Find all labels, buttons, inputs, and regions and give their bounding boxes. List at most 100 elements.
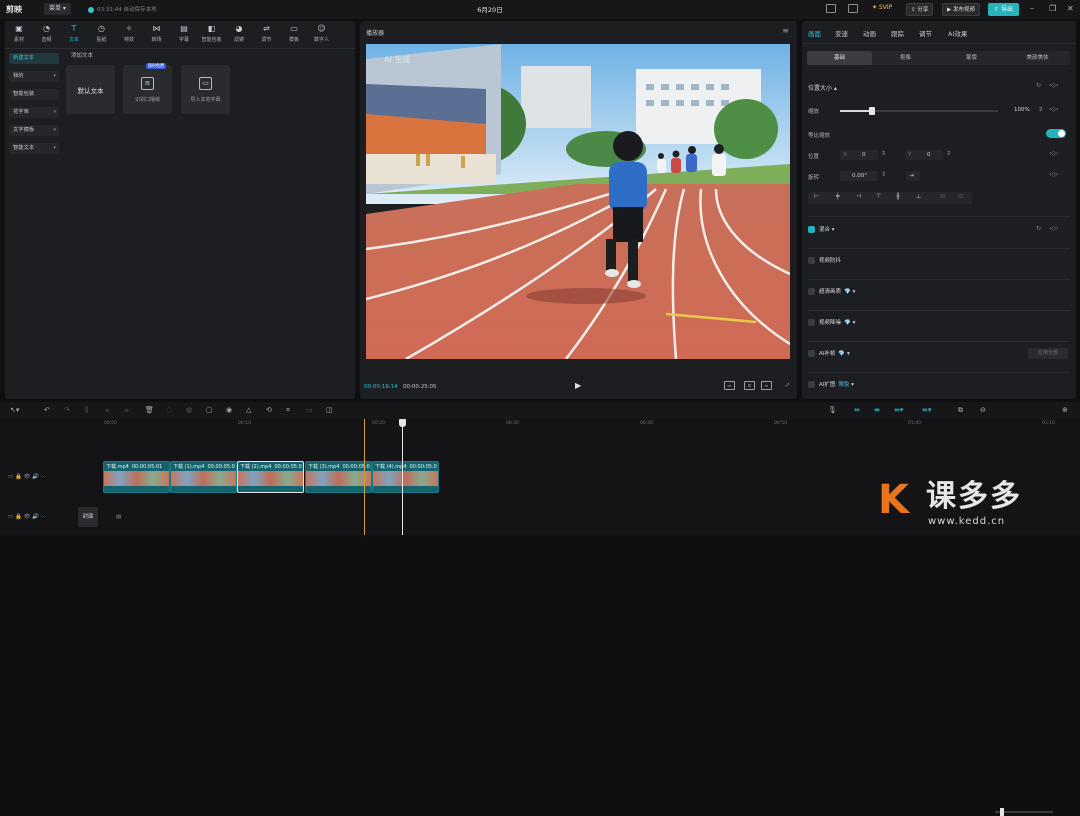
tool-avatar[interactable]: ☺ 数字人	[309, 23, 335, 43]
undo-icon[interactable]: ↶	[44, 406, 50, 414]
blend-checkbox[interactable]	[808, 226, 815, 233]
preview-axis-icon[interactable]: ⇺▾	[922, 406, 931, 414]
section-title[interactable]: 视频防抖	[819, 256, 841, 264]
pos-x-field[interactable]: X0	[840, 150, 878, 160]
position-size-title[interactable]: 位置大小 ▴	[808, 83, 837, 92]
pos-y-field[interactable]: Y0	[905, 150, 943, 160]
auto-snap-icon[interactable]: ⇼	[874, 406, 880, 414]
position-keyframe-icon[interactable]: ‹◇›	[1049, 150, 1058, 157]
play-button[interactable]: ▶	[575, 381, 581, 390]
share-button[interactable]: ⇪ 分享	[906, 3, 934, 16]
video-preview[interactable]: AI 生成	[366, 44, 790, 359]
video-clip[interactable]: 下载 (3).mp4 00:00:05:0	[305, 461, 372, 493]
crop-tool-icon[interactable]: ⌗	[286, 406, 290, 415]
split-right-icon[interactable]: ⫸	[125, 406, 129, 415]
crop-button[interactable]: ⌗	[744, 381, 755, 390]
blend-title[interactable]: 混合 ▾	[819, 225, 835, 233]
section-checkbox[interactable]	[808, 381, 815, 388]
section-title[interactable]: 超清画质 💎 ▾	[819, 287, 855, 295]
pos-y-stepper-icon[interactable]: ⇕	[946, 150, 951, 157]
tool-text[interactable]: T 文本	[61, 23, 87, 43]
svip-badge[interactable]: ✦ SVIP	[872, 4, 892, 11]
pos-x-stepper-icon[interactable]: ⇕	[881, 150, 886, 157]
section-title[interactable]: AI补帧 💎 ▾	[819, 349, 850, 357]
publish-button[interactable]: ▶ 发布视频	[942, 3, 980, 16]
microphone-icon[interactable]: 🎙	[828, 406, 837, 414]
section-title[interactable]: 视频降噪 💎 ▾	[819, 318, 855, 326]
time-ruler[interactable]: 00:00 00:10 00:20 00:30 00:40 00:50 01:00 01:10	[100, 421, 1080, 431]
crop-frame-icon[interactable]: ▢	[206, 406, 213, 414]
recognize-speech-card[interactable]: 限时免费 ≡ 识别口播稿	[123, 63, 172, 114]
section-checkbox[interactable]	[808, 319, 815, 326]
uniform-scale-toggle[interactable]	[1046, 129, 1066, 138]
inspector-tab[interactable]: 调节	[919, 28, 932, 38]
tool-adjust[interactable]: ⇌ 调节	[254, 23, 280, 43]
zoom-in-icon[interactable]: ⊕	[1062, 406, 1068, 414]
video-track-controls[interactable]: ▭ 🔒 👁 🔊 ⋯	[8, 474, 46, 480]
minimize-icon[interactable]: –	[1030, 4, 1034, 13]
tool-audio[interactable]: ◔ 音频	[34, 23, 60, 43]
freeze-icon[interactable]: ◌	[166, 406, 172, 414]
rotate-field[interactable]: 0.00°	[840, 171, 878, 181]
fit-icon[interactable]: ⧉	[958, 406, 963, 415]
delete-icon[interactable]: 🗑	[145, 406, 154, 414]
cover-button[interactable]: 封面	[78, 507, 98, 527]
import-subtitle-card[interactable]: ▭ 导入本地字幕	[181, 65, 230, 114]
video-clip[interactable]: 下载.mp4 00:00:05:01	[103, 461, 170, 493]
zoom-slider-handle[interactable]	[1000, 808, 1004, 816]
video-clip[interactable]: 下载 (1).mp4 00:00:05:0	[170, 461, 237, 493]
default-text-card[interactable]: 默认文本	[66, 65, 115, 114]
tool-template[interactable]: ▭ 模板	[281, 23, 307, 43]
video-clip[interactable]: 下载 (4).mp4 00:00:05:0	[372, 461, 439, 493]
speed-icon[interactable]: ◉	[226, 406, 232, 414]
ratio-button[interactable]: ▭	[724, 381, 735, 390]
rotate-keyframe-icon[interactable]: ‹◇›	[1049, 171, 1058, 178]
playhead-handle[interactable]	[399, 419, 406, 427]
playhead[interactable]	[402, 419, 403, 535]
inspector-subtab[interactable]: 基础	[807, 51, 872, 65]
close-icon[interactable]: ✕	[1067, 4, 1074, 13]
rotate-stepper-icon[interactable]: ⇕	[881, 171, 886, 178]
align-top-icon[interactable]: ⊤	[876, 193, 881, 200]
inspector-subtab[interactable]: 抠像	[873, 51, 938, 65]
keyframe-icon[interactable]: ‹◇›	[1049, 82, 1058, 89]
section-title[interactable]: AI扩图 限免 ▾	[819, 380, 854, 388]
align-bottom-icon[interactable]: ⊥	[916, 193, 921, 200]
stepper-icon[interactable]: ⇕	[1038, 106, 1043, 113]
marker-icon[interactable]: ◍	[186, 406, 192, 414]
main-track-link-icon[interactable]: ⇹	[854, 406, 860, 414]
redo-icon[interactable]: ↷	[64, 406, 70, 414]
flip-button[interactable]: ⇥	[906, 171, 920, 181]
scale-keyframe-icon[interactable]: ‹◇›	[1049, 106, 1058, 113]
scale-value[interactable]: 100%	[1014, 107, 1030, 113]
caption-icon[interactable]: ▭	[306, 406, 313, 414]
align-center-h-icon[interactable]: ╪	[836, 193, 840, 200]
blend-keyframe-icon[interactable]: ‹◇›	[1049, 225, 1058, 232]
tool-smart-pack[interactable]: ◧ 智能包装	[199, 23, 225, 43]
player-menu-icon[interactable]: ≡	[782, 26, 789, 35]
sidebar-item[interactable]: 我的 ▾	[9, 71, 59, 82]
apply-all-button[interactable]: 应用全部	[1028, 348, 1068, 359]
zoom-out-icon[interactable]: ⊖	[980, 406, 986, 414]
link-icon[interactable]: ⇻▾	[894, 406, 903, 414]
inspector-tab[interactable]: 画面	[808, 28, 821, 38]
align-center-v-icon[interactable]: ╫	[896, 193, 900, 200]
distribute-h-icon[interactable]: ⊞	[940, 193, 945, 200]
cover-track-controls[interactable]: ▭ 🔒 👁 🔊 ⋯	[8, 514, 46, 520]
layout-icon[interactable]	[826, 4, 836, 13]
original-ratio-button[interactable]: ▭	[761, 381, 772, 390]
video-clip[interactable]: 下载 (2).mp4 00:00:05:0	[237, 461, 304, 493]
sidebar-item[interactable]: 新建文本	[9, 53, 59, 64]
mirror-icon[interactable]: △	[246, 406, 251, 414]
select-tool-icon[interactable]: ↖▾	[10, 406, 19, 414]
fullscreen-icon[interactable]: ⤢	[782, 381, 793, 390]
inspector-tab[interactable]: 动画	[863, 28, 876, 38]
section-checkbox[interactable]	[808, 288, 815, 295]
inspector-tab[interactable]: 跟踪	[891, 28, 904, 38]
export-button[interactable]: ⇧ 导出	[988, 3, 1019, 16]
sidebar-item[interactable]: 智能包装	[9, 89, 59, 100]
tool-filter[interactable]: ◕ 滤镜	[226, 23, 252, 43]
rotate-tool-icon[interactable]: ⟲	[266, 406, 272, 414]
maximize-icon[interactable]: ❐	[1049, 4, 1056, 13]
tool-transition[interactable]: ⋈ 转场	[144, 23, 170, 43]
